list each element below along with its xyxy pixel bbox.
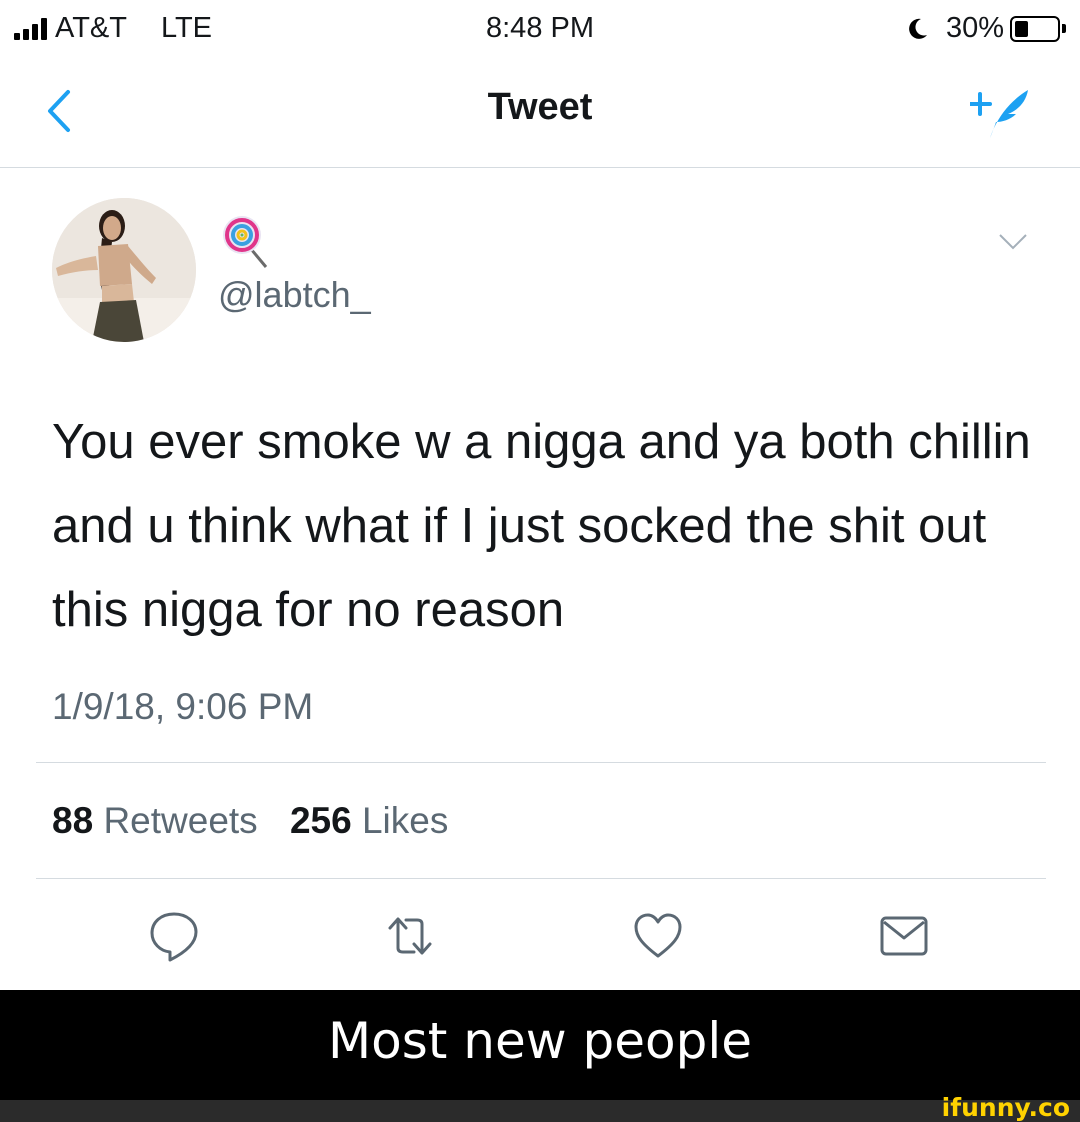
ifunny-watermark: ifunny.co <box>941 1093 1070 1122</box>
nav-bar: Tweet <box>0 58 1080 168</box>
status-bar-right: 30% <box>904 12 1066 45</box>
retweets-label[interactable]: Retweets <box>103 800 257 841</box>
divider <box>36 762 1046 763</box>
lollipop-emoji-icon <box>223 216 268 268</box>
author-handle[interactable]: @labtch_ <box>218 274 371 316</box>
reply-icon[interactable] <box>148 910 200 962</box>
caption-bar: Most new people <box>0 990 1080 1100</box>
avatar[interactable] <box>52 198 196 342</box>
divider <box>36 878 1046 879</box>
tweet-stats: 88 Retweets 256 Likes <box>52 800 448 842</box>
moon-icon <box>909 18 927 39</box>
tweet-timestamp: 1/9/18, 9:06 PM <box>52 686 314 727</box>
message-icon[interactable] <box>878 910 930 962</box>
battery-percent: 30% <box>945 12 1004 44</box>
retweets-count[interactable]: 88 <box>52 800 93 841</box>
likes-label[interactable]: Likes <box>362 800 448 841</box>
battery-tip <box>1062 24 1066 33</box>
chevron-down-icon[interactable] <box>998 232 1028 252</box>
footer-bar <box>0 1100 1080 1122</box>
avatar-image <box>52 198 196 342</box>
retweet-icon[interactable] <box>384 910 436 962</box>
tweet-text: You ever smoke w a nigga and ya both chi… <box>52 415 1031 637</box>
page-title: Tweet <box>487 86 593 128</box>
battery-icon <box>1010 15 1060 42</box>
compose-tweet-icon[interactable] <box>970 80 1034 142</box>
status-bar: AT&T LTE 8:48 PM 30% <box>0 0 1080 58</box>
like-icon[interactable] <box>632 910 684 962</box>
meme-caption: Most new people <box>328 1012 752 1070</box>
likes-count[interactable]: 256 <box>290 800 352 841</box>
